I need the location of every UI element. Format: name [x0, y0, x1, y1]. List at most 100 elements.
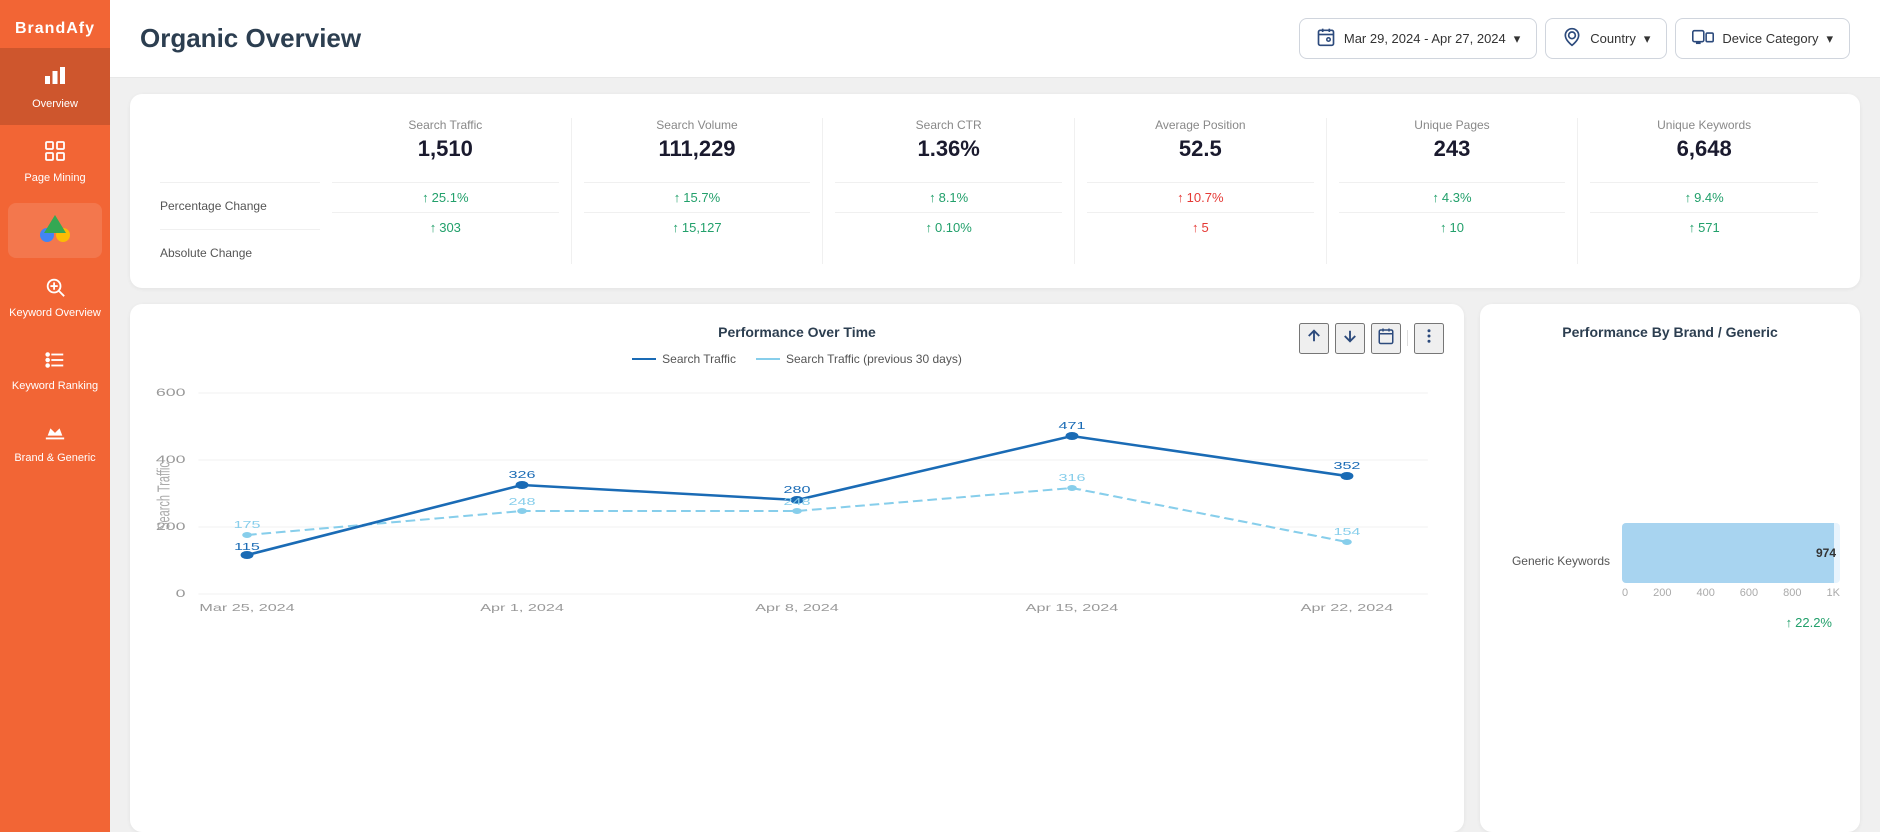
brand-bar-row: Generic Keywords 974 0 200 400: [1500, 523, 1840, 599]
header: Organic Overview Mar 29, 2024 - Apr 27, …: [110, 0, 1880, 78]
bar-chart-icon: [43, 62, 67, 92]
country-label: Country: [1590, 31, 1636, 46]
svg-text:Apr 15, 2024: Apr 15, 2024: [1026, 602, 1119, 613]
legend-item-current: Search Traffic: [632, 352, 736, 366]
brand-x-axis: 0 200 400 600 800 1K: [1622, 587, 1840, 599]
chart-down-btn[interactable]: [1335, 323, 1365, 354]
metric-col-1-abs: ↑ 15,127: [672, 217, 721, 238]
svg-text:Apr 1, 2024: Apr 1, 2024: [480, 602, 564, 613]
svg-text:248: 248: [509, 496, 536, 507]
sidebar-item-keyword-ranking[interactable]: Keyword Ranking: [0, 335, 110, 407]
svg-text:326: 326: [509, 469, 536, 480]
charts-section: Performance Over Time: [130, 304, 1860, 832]
metric-col-5-value: 6,648: [1677, 136, 1732, 162]
page-mining-icon: [43, 139, 67, 166]
sidebar-item-brand-generic-label: Brand & Generic: [14, 452, 95, 465]
metric-search-volume: Search Volume 111,229 ↑ 15.7% ↑ 15,127: [572, 118, 824, 264]
chart-legend: Search Traffic Search Traffic (previous …: [150, 352, 1444, 366]
metric-col-1-label: Search Volume: [656, 118, 737, 132]
brand-row-label: Generic Keywords: [1500, 554, 1610, 568]
svg-text:352: 352: [1333, 460, 1360, 471]
brand-bar: 974: [1622, 523, 1840, 583]
device-category-label: Device Category: [1722, 31, 1818, 46]
date-range-label: Mar 29, 2024 - Apr 27, 2024: [1344, 31, 1506, 46]
metric-col-2-label: Search CTR: [916, 118, 982, 132]
data-point-3-prev: [1067, 485, 1077, 491]
logo-brand: Brand: [15, 20, 66, 37]
google-ads-icon: [39, 213, 71, 248]
logo: BrandAfy: [15, 0, 95, 48]
metric-col-1-value: 111,229: [658, 136, 735, 162]
chart-more-btn[interactable]: [1414, 323, 1444, 354]
svg-text:Mar 25, 2024: Mar 25, 2024: [199, 602, 295, 613]
sidebar-item-overview[interactable]: Overview: [0, 48, 110, 125]
svg-text:115: 115: [234, 541, 260, 552]
sidebar-item-keyword-ranking-label: Keyword Ranking: [12, 380, 98, 393]
svg-text:280: 280: [784, 484, 811, 495]
metric-col-3-abs: ↑ 5: [1192, 217, 1209, 238]
performance-chart-title: Performance Over Time: [718, 324, 876, 340]
metric-search-ctr: Search CTR 1.36% ↑ 8.1% ↑ 0.10%: [823, 118, 1075, 264]
sidebar-item-brand-generic[interactable]: Brand & Generic: [0, 407, 110, 479]
metric-avg-position: Average Position 52.5 ↑ 10.7% ↑ 5: [1075, 118, 1327, 264]
metrics-card: Percentage Change Absolute Change Search…: [130, 94, 1860, 288]
metric-col-0-label: Search Traffic: [408, 118, 482, 132]
device-icon: [1692, 27, 1714, 50]
date-range-filter[interactable]: Mar 29, 2024 - Apr 27, 2024 ▾: [1299, 18, 1537, 59]
metric-col-0-value: 1,510: [418, 136, 473, 162]
svg-text:0: 0: [176, 588, 186, 600]
brand-pct-change-area: ↑ 22.2%: [1500, 607, 1840, 630]
data-point-4-prev: [1342, 539, 1352, 545]
metric-col-3-pct: ↑ 10.7%: [1177, 187, 1223, 208]
data-point-0-prev: [242, 532, 252, 538]
country-filter[interactable]: Country ▾: [1545, 18, 1667, 59]
metric-col-5-label: Unique Keywords: [1657, 118, 1751, 132]
brand-chart-title: Performance By Brand / Generic: [1500, 324, 1840, 340]
chart-header: Performance Over Time: [150, 324, 1444, 352]
data-point-4-current: [1340, 472, 1353, 480]
metric-col-5-pct: ↑ 9.4%: [1685, 187, 1724, 208]
svg-text:Apr 22, 2024: Apr 22, 2024: [1301, 602, 1394, 613]
legend-line-dashed: [756, 358, 780, 360]
percentage-change-label: Percentage Change: [160, 195, 320, 217]
performance-over-time-card: Performance Over Time: [130, 304, 1464, 832]
brand-chart-content: Generic Keywords 974 0 200 400: [1500, 352, 1840, 800]
nav-items: Overview Page Mining: [0, 48, 110, 832]
svg-text:175: 175: [234, 519, 261, 530]
svg-text:Apr 8, 2024: Apr 8, 2024: [755, 602, 839, 613]
sidebar-item-page-mining[interactable]: Page Mining: [0, 125, 110, 199]
device-category-filter[interactable]: Device Category ▾: [1675, 18, 1850, 59]
calendar-icon: [1316, 27, 1336, 50]
data-point-2-prev: [792, 508, 802, 514]
legend-line-solid: [632, 358, 656, 360]
svg-text:316: 316: [1058, 472, 1085, 483]
metric-col-4-label: Unique Pages: [1414, 118, 1489, 132]
metric-col-3-value: 52.5: [1179, 136, 1222, 162]
metric-col-1-pct: ↑ 15.7%: [674, 187, 720, 208]
location-icon: [1562, 27, 1582, 50]
legend-label-current: Search Traffic: [662, 352, 736, 366]
metric-col-2-abs: ↑ 0.10%: [925, 217, 971, 238]
brand-bar-value: 974: [1816, 546, 1836, 560]
chart-actions: [1299, 323, 1444, 354]
sidebar-item-page-mining-label: Page Mining: [24, 172, 85, 185]
sidebar-item-keyword-overview[interactable]: Keyword Overview: [0, 262, 110, 334]
data-point-3-current: [1066, 432, 1079, 440]
svg-text:Search Traffic: Search Traffic: [155, 462, 174, 530]
data-point-1-current: [516, 481, 529, 489]
metrics-grid: Search Traffic 1,510 ↑ 25.1% ↑ 303 Sea: [320, 118, 1830, 264]
metric-col-4-value: 243: [1434, 136, 1471, 162]
metric-unique-keywords: Unique Keywords 6,648 ↑ 9.4% ↑ 571: [1578, 118, 1830, 264]
metric-search-traffic: Search Traffic 1,510 ↑ 25.1% ↑ 303: [320, 118, 572, 264]
crown-icon: [44, 421, 66, 446]
metric-col-3-label: Average Position: [1155, 118, 1246, 132]
metric-unique-pages: Unique Pages 243 ↑ 4.3% ↑ 10: [1327, 118, 1579, 264]
date-range-arrow: ▾: [1514, 31, 1521, 47]
metric-col-2-value: 1.36%: [917, 136, 979, 162]
chart-up-btn[interactable]: [1299, 323, 1329, 354]
sidebar-item-keyword-overview-label: Keyword Overview: [9, 307, 101, 320]
chart-calendar-btn[interactable]: [1371, 323, 1401, 354]
svg-text:600: 600: [156, 387, 186, 399]
sidebar-item-google-ads[interactable]: [8, 203, 102, 258]
logo-afy: Afy: [66, 20, 95, 37]
